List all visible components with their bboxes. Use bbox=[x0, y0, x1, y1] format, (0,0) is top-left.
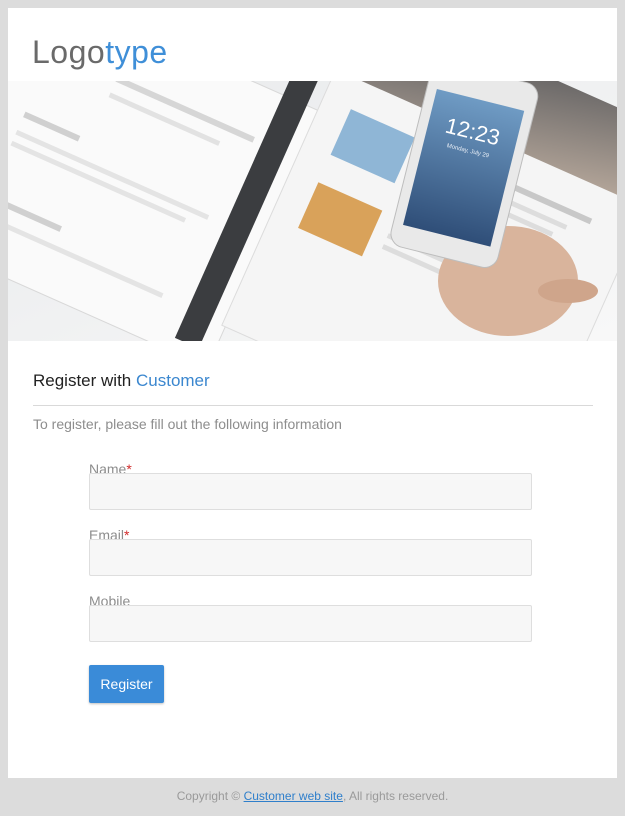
divider bbox=[33, 405, 593, 406]
page-title: Register with Customer bbox=[33, 370, 210, 392]
footer-prefix: Copyright © bbox=[176, 789, 244, 803]
customer-website-link[interactable]: Customer web site bbox=[244, 789, 343, 803]
footer-suffix: , All rights reserved. bbox=[342, 789, 449, 803]
intro-text: To register, please fill out the followi… bbox=[33, 416, 342, 432]
mobile-field[interactable] bbox=[89, 605, 532, 642]
title-prefix: Register with bbox=[33, 371, 136, 390]
logo-part-2: type bbox=[105, 34, 168, 70]
title-accent: Customer bbox=[135, 371, 210, 390]
hero-illustration: 12:23 Monday, July 29 bbox=[8, 81, 617, 341]
hero-banner-image: 12:23 Monday, July 29 bbox=[8, 81, 617, 341]
logo-part-1: Logo bbox=[32, 34, 106, 70]
footer: Copyright © Customer web site, All right… bbox=[0, 788, 625, 804]
register-button[interactable]: Register bbox=[89, 665, 164, 703]
name-field[interactable] bbox=[89, 473, 532, 510]
email-frame: Logotype 12:23 Monday, July 29 Register … bbox=[8, 8, 617, 778]
logo: Logotype bbox=[32, 32, 168, 72]
email-field[interactable] bbox=[89, 539, 532, 576]
